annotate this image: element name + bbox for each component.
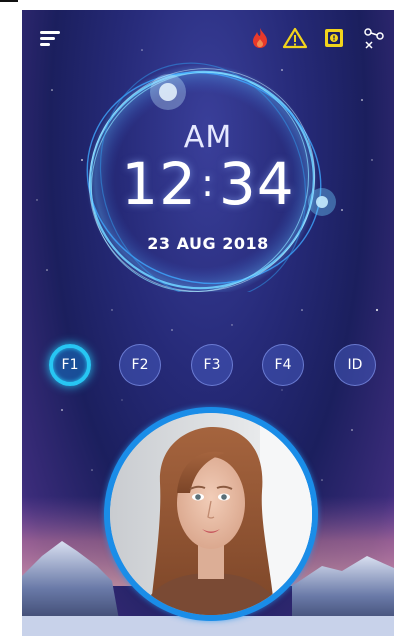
face-capture-preview [104,407,318,621]
function-key-f2[interactable]: F2 [119,344,161,386]
date-display: 23 AUG 2018 [147,234,269,253]
status-bar [22,10,394,60]
time-hours: 12 [121,150,198,218]
function-key-f1[interactable]: F1 [49,344,91,386]
user-face-image [110,413,312,615]
fire-icon[interactable] [246,24,274,52]
device-screen: AM 12:34 23 AUG 2018 F1 F2 F3 F4 ID [22,10,394,636]
menu-icon[interactable] [36,24,64,52]
alert-icon[interactable] [320,24,348,52]
time-separator: : [201,161,215,205]
time-minutes: 34 [218,150,295,218]
function-key-f3[interactable]: F3 [191,344,233,386]
id-key[interactable]: ID [334,344,376,386]
time-display: 12:34 [22,150,394,218]
top-edge-line [0,0,18,2]
function-key-f4[interactable]: F4 [262,344,304,386]
network-icon[interactable] [360,24,388,52]
warning-icon[interactable] [281,24,309,52]
function-key-bar: F1 F2 F3 F4 ID [22,344,394,388]
clock-widget: AM 12:34 23 AUG 2018 [22,62,394,292]
